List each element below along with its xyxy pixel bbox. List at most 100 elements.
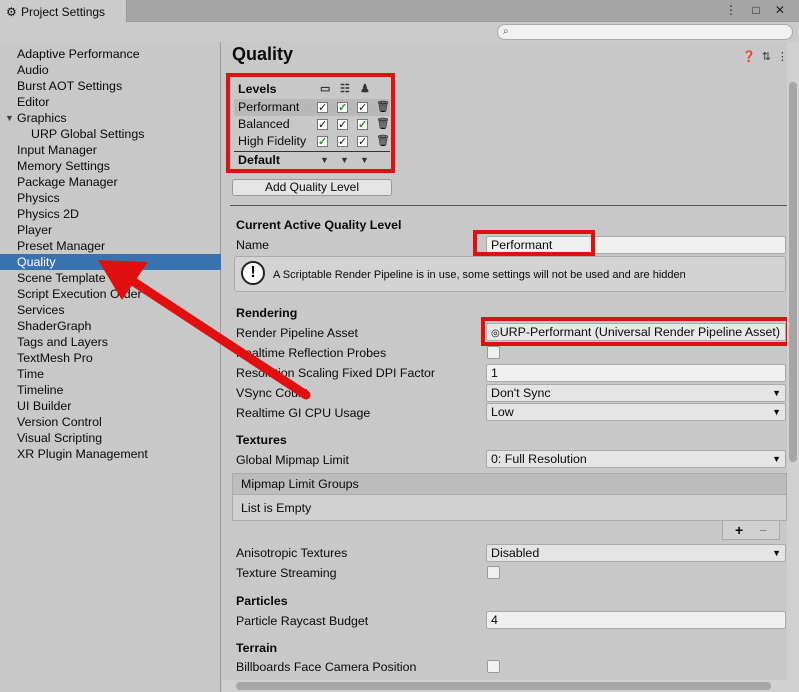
sidebar-item-services[interactable]: Services bbox=[0, 302, 221, 318]
chevron-down-icon[interactable]: ▼ bbox=[340, 154, 349, 166]
add-item-button[interactable]: + bbox=[735, 522, 743, 538]
checkbox-standalone[interactable]: ✓ bbox=[317, 102, 328, 114]
reflection-probes-checkbox[interactable] bbox=[487, 346, 500, 359]
sidebar-item-timeline[interactable]: Timeline bbox=[0, 382, 221, 398]
texture-streaming-label: Texture Streaming bbox=[236, 566, 337, 580]
chevron-down-icon[interactable]: ▼ bbox=[5, 110, 14, 126]
list-footer: + − bbox=[722, 521, 780, 540]
default-label: Default bbox=[238, 153, 280, 167]
sidebar-item-audio[interactable]: Audio bbox=[0, 62, 221, 78]
dpi-factor-label: Resolution Scaling Fixed DPI Factor bbox=[236, 366, 436, 380]
vsync-dropdown[interactable]: Don't Sync ▼ bbox=[486, 384, 786, 402]
preset-icon[interactable]: ⇅ bbox=[762, 51, 777, 63]
pipeline-asset-label: Render Pipeline Asset bbox=[236, 326, 358, 340]
level-row-balanced[interactable]: Balanced ✓ ✓ ✓ 🗑 bbox=[234, 116, 390, 133]
vsync-label: VSync Count bbox=[236, 386, 309, 400]
level-row-high-fidelity[interactable]: High Fidelity ✓ ✓ ✓ 🗑 bbox=[234, 133, 390, 150]
sidebar-item-version-control[interactable]: Version Control bbox=[0, 414, 221, 430]
sidebar-item-visual-scripting[interactable]: Visual Scripting bbox=[0, 430, 221, 446]
sidebar-item-shadergraph[interactable]: ShaderGraph bbox=[0, 318, 221, 334]
chevron-down-icon: ▼ bbox=[772, 388, 781, 398]
anisotropic-dropdown[interactable]: Disabled ▼ bbox=[486, 544, 786, 562]
sidebar-item-physics[interactable]: Physics bbox=[0, 190, 221, 206]
chevron-down-icon[interactable]: ▼ bbox=[360, 154, 369, 166]
checkbox-standalone[interactable]: ✓ bbox=[317, 119, 328, 131]
chevron-down-icon[interactable]: ▼ bbox=[320, 154, 329, 166]
sidebar-item-xr-plugin[interactable]: XR Plugin Management bbox=[0, 446, 221, 462]
sidebar-item-scene-template[interactable]: Scene Template bbox=[0, 270, 221, 286]
sidebar-item-package-manager[interactable]: Package Manager bbox=[0, 174, 221, 190]
checkbox-server[interactable]: ✓ bbox=[337, 102, 348, 114]
particles-header: Particles bbox=[236, 594, 288, 608]
billboards-checkbox[interactable] bbox=[487, 660, 500, 673]
monitor-icon: ▭ bbox=[320, 83, 331, 95]
gi-cpu-label: Realtime GI CPU Usage bbox=[236, 406, 371, 420]
android-icon: ♟ bbox=[360, 83, 370, 95]
sidebar-item-quality[interactable]: Quality bbox=[0, 254, 221, 270]
sidebar-item-editor[interactable]: Editor bbox=[0, 94, 221, 110]
checkbox-android[interactable]: ✓ bbox=[357, 136, 368, 148]
annotation-box bbox=[473, 230, 595, 256]
mipmap-groups-list: Mipmap Limit Groups List is Empty bbox=[232, 473, 787, 521]
trash-icon[interactable]: 🗑 bbox=[376, 136, 390, 147]
gi-cpu-value: Low bbox=[491, 405, 514, 419]
dpi-factor-field[interactable]: 1 bbox=[486, 364, 786, 382]
search-icon: ⌕ bbox=[503, 26, 509, 37]
title-bar: ⚙ Project Settings ⋮ □ ✕ bbox=[0, 0, 799, 22]
checkbox-server[interactable]: ✓ bbox=[337, 119, 348, 131]
sidebar-item-physics-2d[interactable]: Physics 2D bbox=[0, 206, 221, 222]
list-empty-text: List is Empty bbox=[241, 501, 312, 515]
warning-icon: ! bbox=[241, 261, 265, 285]
sidebar: Adaptive Performance Audio Burst AOT Set… bbox=[0, 42, 221, 692]
tab-project-settings[interactable]: ⚙ Project Settings bbox=[0, 0, 127, 22]
anisotropic-label: Anisotropic Textures bbox=[236, 546, 348, 560]
divider bbox=[230, 205, 790, 206]
checkbox-standalone[interactable]: ✓ bbox=[317, 136, 328, 148]
mipmap-limit-value: 0: Full Resolution bbox=[491, 452, 587, 466]
help-text: A Scriptable Render Pipeline is in use, … bbox=[273, 269, 686, 281]
sidebar-item-input-manager[interactable]: Input Manager bbox=[0, 142, 221, 158]
checkbox-android[interactable]: ✓ bbox=[357, 119, 368, 131]
level-name: Performant bbox=[238, 100, 300, 114]
scrollbar-thumb[interactable] bbox=[236, 682, 771, 690]
main-panel: Quality ❓⇅⋮ Levels ▭ ☷ ♟ Performant ✓ ✓ … bbox=[222, 42, 799, 692]
sidebar-item-script-execution[interactable]: Script Execution Order bbox=[0, 286, 221, 302]
window-controls[interactable]: ⋮ □ ✕ bbox=[725, 3, 791, 17]
sidebar-item-memory-settings[interactable]: Memory Settings bbox=[0, 158, 221, 174]
server-icon: ☷ bbox=[340, 83, 350, 95]
horizontal-scrollbar[interactable] bbox=[222, 680, 799, 692]
annotation-box bbox=[481, 317, 790, 346]
sidebar-item-time[interactable]: Time bbox=[0, 366, 221, 382]
sidebar-item-burst-aot[interactable]: Burst AOT Settings bbox=[0, 78, 221, 94]
level-row-performant[interactable]: Performant ✓ ✓ ✓ 🗑 bbox=[234, 99, 390, 116]
checkbox-android[interactable]: ✓ bbox=[357, 102, 368, 114]
raycast-budget-field[interactable]: 4 bbox=[486, 611, 786, 629]
levels-header: Levels ▭ ☷ ♟ bbox=[234, 81, 390, 98]
help-icon[interactable]: ❓ bbox=[742, 51, 762, 63]
sidebar-item-textmesh-pro[interactable]: TextMesh Pro bbox=[0, 350, 221, 366]
texture-streaming-checkbox[interactable] bbox=[487, 566, 500, 579]
sidebar-item-graphics[interactable]: ▼ Graphics bbox=[0, 110, 221, 126]
vertical-scrollbar[interactable] bbox=[787, 42, 799, 680]
chevron-down-icon: ▼ bbox=[772, 548, 781, 558]
gi-cpu-dropdown[interactable]: Low ▼ bbox=[486, 403, 786, 421]
rendering-header: Rendering bbox=[236, 306, 298, 320]
sidebar-item-ui-builder[interactable]: UI Builder bbox=[0, 398, 221, 414]
tab-title: Project Settings bbox=[21, 5, 106, 19]
sidebar-item-tags-layers[interactable]: Tags and Layers bbox=[0, 334, 221, 350]
checkbox-server[interactable]: ✓ bbox=[337, 136, 348, 148]
add-quality-level-button[interactable]: Add Quality Level bbox=[232, 179, 392, 196]
scrollbar-thumb[interactable] bbox=[789, 82, 797, 462]
trash-icon[interactable]: 🗑 bbox=[376, 119, 390, 130]
sidebar-item-player[interactable]: Player bbox=[0, 222, 221, 238]
search-input[interactable]: ⌕ bbox=[497, 24, 793, 40]
sidebar-item-urp-global[interactable]: URP Global Settings bbox=[0, 126, 221, 142]
chevron-down-icon: ▼ bbox=[772, 454, 781, 464]
mipmap-limit-dropdown[interactable]: 0: Full Resolution ▼ bbox=[486, 450, 786, 468]
anisotropic-value: Disabled bbox=[491, 546, 540, 560]
sidebar-item-preset-manager[interactable]: Preset Manager bbox=[0, 238, 221, 254]
trash-icon[interactable]: 🗑 bbox=[376, 102, 390, 113]
remove-item-button[interactable]: − bbox=[759, 522, 767, 538]
sidebar-item-adaptive-performance[interactable]: Adaptive Performance bbox=[0, 46, 221, 62]
name-label: Name bbox=[236, 238, 270, 252]
